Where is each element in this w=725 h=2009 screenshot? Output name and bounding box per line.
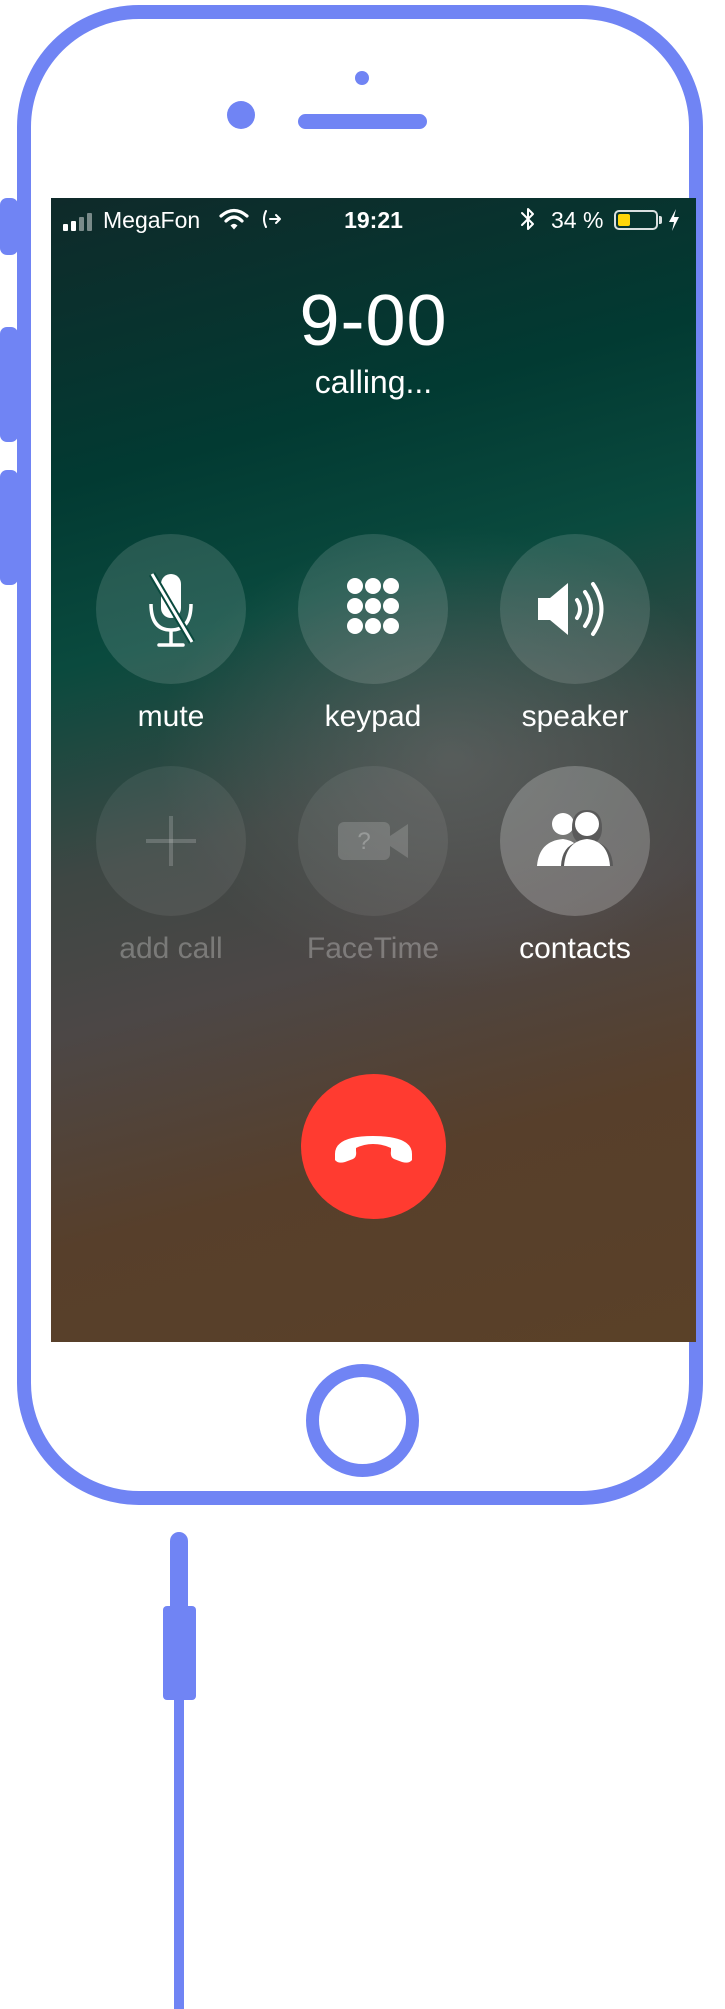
contacts-button[interactable] xyxy=(500,766,650,916)
speaker-icon xyxy=(538,582,604,636)
call-status: calling... xyxy=(314,364,433,400)
keypad-button[interactable] xyxy=(298,534,448,684)
bluetooth-icon xyxy=(519,206,537,238)
battery-level-fill xyxy=(618,214,630,226)
end-call-button[interactable] xyxy=(301,1074,446,1219)
proximity-sensor xyxy=(355,71,369,85)
add-call-label: add call xyxy=(119,932,223,965)
mute-button[interactable] xyxy=(96,534,246,684)
home-button[interactable] xyxy=(306,1364,419,1477)
silent-switch xyxy=(0,198,18,255)
mic-off-icon xyxy=(148,572,196,647)
battery-icon xyxy=(614,210,658,230)
front-camera xyxy=(227,101,255,129)
phone-screen: MegaFon 19:21 34 % 9-00 calling... mute … xyxy=(51,198,696,1342)
hang-up-icon xyxy=(335,1136,412,1163)
speaker-label: speaker xyxy=(521,700,629,733)
add-call-button[interactable] xyxy=(96,766,246,916)
keypad-label: keypad xyxy=(324,700,422,733)
svg-text:?: ? xyxy=(357,828,370,855)
plus-icon xyxy=(146,816,196,866)
battery-tip xyxy=(659,216,662,224)
volume-up-button xyxy=(0,327,18,442)
caller-number: 9-00 xyxy=(299,281,448,361)
status-bar: MegaFon 19:21 34 % xyxy=(51,198,696,242)
speaker-button[interactable] xyxy=(500,534,650,684)
earpiece-speaker xyxy=(298,114,427,129)
charging-bolt-icon xyxy=(667,208,681,238)
contacts-label: contacts xyxy=(519,932,631,965)
facetime-icon: ? xyxy=(338,822,408,860)
cable xyxy=(174,1695,184,2009)
volume-down-button xyxy=(0,470,18,585)
contacts-icon xyxy=(537,810,613,866)
battery-percentage: 34 % xyxy=(551,207,604,233)
cable-connector xyxy=(170,1532,188,1612)
keypad-icon xyxy=(347,578,399,634)
facetime-label: FaceTime xyxy=(306,932,440,965)
facetime-button[interactable]: ? xyxy=(298,766,448,916)
mute-label: mute xyxy=(137,700,205,733)
cable-plug xyxy=(163,1606,196,1700)
